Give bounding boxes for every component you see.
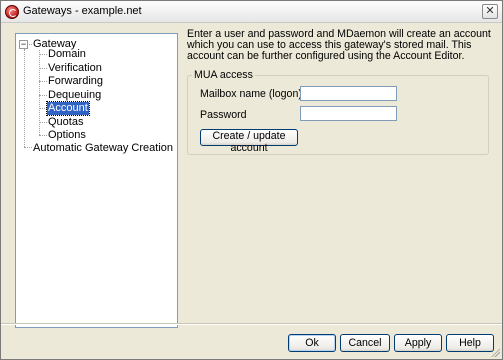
mua-access-title: MUA access [192, 69, 255, 81]
tree-connector-line [39, 135, 47, 136]
tree-item-dequeuing[interactable]: Dequeuing [47, 89, 102, 102]
help-button[interactable]: Help [446, 334, 494, 352]
tree-item-account[interactable]: Account [46, 101, 90, 116]
tree-connector-line [24, 49, 25, 147]
tree-connector-line [39, 122, 47, 123]
password-input[interactable] [300, 106, 397, 121]
mailbox-name-label: Mailbox name (logon) [200, 88, 302, 100]
apply-button[interactable]: Apply [394, 334, 442, 352]
tree-item-verification[interactable]: Verification [47, 62, 103, 75]
gateways-dialog: Gateways - example.net ✕ − Gateway Domai… [0, 0, 503, 360]
tree-connector-line [39, 81, 47, 82]
password-label: Password [200, 109, 247, 121]
mdaemon-app-icon [5, 5, 19, 19]
tree-connector-line [39, 54, 47, 55]
collapse-icon[interactable]: − [19, 40, 28, 49]
cancel-button[interactable]: Cancel [340, 334, 390, 352]
footer-separator [1, 323, 502, 325]
navigation-tree[interactable]: − Gateway Domain Verification Forwarding… [15, 33, 178, 328]
ok-button[interactable]: Ok [288, 334, 336, 352]
tree-connector-line [24, 147, 32, 148]
tree-item-quotas[interactable]: Quotas [47, 116, 84, 129]
resize-grip-icon[interactable] [490, 347, 500, 357]
close-button[interactable]: ✕ [482, 4, 498, 19]
create-update-account-button[interactable]: Create / update account [200, 129, 298, 154]
tree-item-options[interactable]: Options [47, 129, 87, 142]
tree-connector-line [39, 95, 47, 96]
tree-connector-line [39, 108, 47, 109]
mailbox-name-input[interactable] [300, 86, 397, 101]
tree-item-domain[interactable]: Domain [47, 48, 87, 61]
tree-item-forwarding[interactable]: Forwarding [47, 75, 104, 88]
window-title: Gateways - example.net [23, 5, 142, 17]
account-description: Enter a user and password and MDaemon wi… [187, 28, 491, 62]
tree-connector-line [39, 68, 47, 69]
title-bar[interactable]: Gateways - example.net ✕ [1, 1, 502, 23]
tree-item-automatic-gateway-creation[interactable]: Automatic Gateway Creation [32, 142, 174, 155]
